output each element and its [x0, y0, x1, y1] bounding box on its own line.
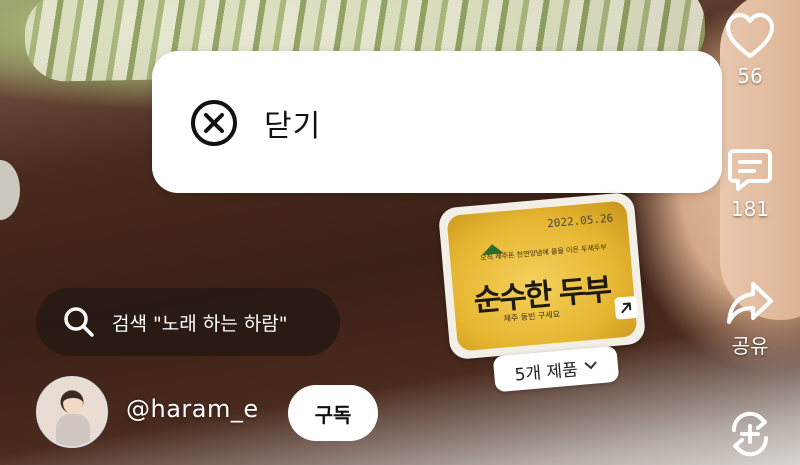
- product-card[interactable]: 2022.05.26 오직 제주돈 천연양념에 물을 이은 두제두부 순수한 두…: [437, 191, 647, 361]
- search-suggestion-text: 검색 "노래 하는 하람": [112, 312, 288, 335]
- share-icon: [725, 280, 775, 326]
- close-circle-icon: [191, 100, 237, 146]
- channel-username[interactable]: @haram_e: [126, 395, 259, 423]
- search-icon: [64, 307, 94, 337]
- avatar[interactable]: [36, 376, 108, 448]
- comment-icon: [726, 145, 774, 193]
- close-button[interactable]: 닫기: [190, 99, 321, 147]
- search-suggestion-button[interactable]: 검색 "노래 하는 하람": [36, 288, 340, 356]
- chevron-down-icon: [584, 361, 597, 369]
- remix-icon: [724, 408, 776, 460]
- external-link-icon[interactable]: [614, 295, 639, 320]
- tofu-pack-image: 2022.05.26 오직 제주돈 천연양념에 물을 이은 두제두부 순수한 두…: [446, 200, 638, 352]
- like-count: 56: [737, 64, 763, 88]
- close-popup: 닫기: [152, 51, 722, 193]
- garnish-image: [0, 160, 20, 220]
- comment-count: 181: [730, 197, 770, 221]
- comment-button[interactable]: 181: [720, 145, 780, 221]
- remix-button[interactable]: [720, 408, 780, 460]
- subscribe-button[interactable]: 구독: [288, 385, 378, 441]
- products-label: 5개 제품: [513, 359, 579, 386]
- pack-date: 2022.05.26: [546, 211, 614, 231]
- share-button[interactable]: 공유: [720, 280, 780, 359]
- heart-icon: [724, 12, 776, 60]
- like-button[interactable]: 56: [720, 12, 780, 88]
- share-label: 공유: [731, 334, 769, 358]
- close-label: 닫기: [264, 109, 322, 144]
